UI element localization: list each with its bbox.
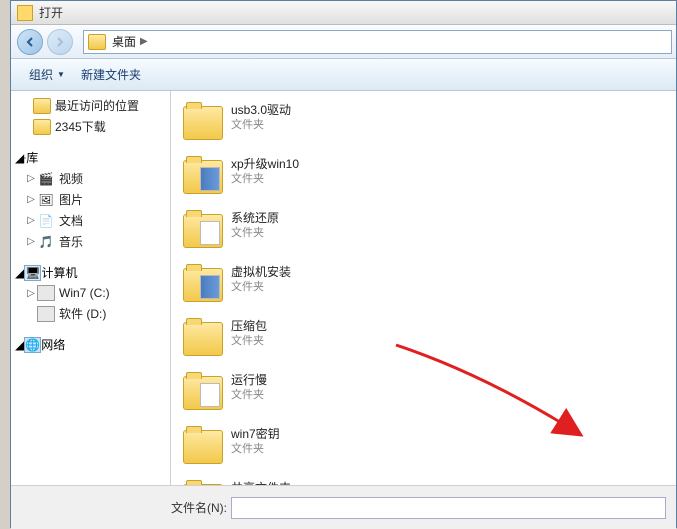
file-type: 文件夹 [231,442,280,456]
tree-computer[interactable]: ◢ 🖥 计算机 [11,262,170,283]
folder-icon [183,106,223,140]
file-item-folder[interactable]: 系统还原文件夹 [177,205,425,259]
network-icon: 🌐 [24,337,41,353]
open-dialog: 打开 桌面 ▶ 组织 ▼ 新建文件夹 最近访问的位置 234 [10,0,677,528]
file-item-folder[interactable]: 压缩包文件夹 [177,313,425,367]
expand-icon: ▷ [25,288,37,299]
tree-documents[interactable]: ▷ 📄 文档 [11,210,170,231]
folder-icon [33,119,51,135]
file-name: win7密钥 [231,427,280,442]
folder-icon [183,214,223,248]
file-item-folder[interactable]: win7密钥文件夹 [177,421,425,475]
collapse-icon: ◢ [15,151,24,165]
tree-music[interactable]: ▷ 🎵 音乐 [11,231,170,252]
filename-row: 文件名(N): [11,485,676,529]
forward-button[interactable] [47,29,73,55]
window-title: 打开 [39,4,63,21]
file-type: 文件夹 [231,388,267,402]
filename-input[interactable] [231,497,666,519]
file-type: 文件夹 [231,226,279,240]
collapse-icon: ◢ [15,266,24,280]
chevron-right-icon: ▶ [140,36,148,47]
file-type: 文件夹 [231,118,291,132]
folder-icon [183,430,223,464]
folder-icon [183,268,223,302]
drive-icon [37,306,55,322]
expand-icon: ▷ [25,215,37,226]
file-name: xp升级win10 [231,157,299,172]
breadcrumb[interactable]: 桌面 [112,33,136,50]
folder-icon [88,34,106,50]
filename-label: 文件名(N): [171,499,227,516]
computer-icon: 🖥 [24,265,41,281]
address-bar[interactable]: 桌面 ▶ [83,30,672,54]
window-icon [17,5,33,21]
file-item-folder[interactable]: 运行慢文件夹 [177,367,425,421]
expand-icon: ▷ [25,236,37,247]
file-name: 系统还原 [231,211,279,226]
file-name: 压缩包 [231,319,267,334]
folder-icon [183,376,223,410]
tree-video[interactable]: ▷ 🎬 视频 [11,168,170,189]
folder-icon [183,160,223,194]
file-type: 文件夹 [231,280,291,294]
file-type: 文件夹 [231,172,299,186]
file-list: usb3.0驱动文件夹xp升级win10文件夹系统还原文件夹虚拟机安装文件夹压缩… [171,91,676,485]
navigation-tree: 最近访问的位置 2345下载 ◢ 库 ▷ 🎬 视频 ▷ [11,91,171,485]
tree-drive-c[interactable]: ▷ Win7 (C:) [11,283,170,303]
back-button[interactable] [17,29,43,55]
file-item-folder[interactable]: usb3.0驱动文件夹 [177,97,425,151]
file-name: 虚拟机安装 [231,265,291,280]
expand-icon: ▷ [25,173,37,184]
file-name: usb3.0驱动 [231,103,291,118]
picture-icon: 🖼 [37,192,55,208]
titlebar: 打开 [11,1,676,25]
file-item-folder[interactable]: xp升级win10文件夹 [177,151,425,205]
folder-icon [183,484,223,485]
body: 最近访问的位置 2345下载 ◢ 库 ▷ 🎬 视频 ▷ [11,91,676,485]
file-type: 文件夹 [231,334,267,348]
drive-icon [37,285,55,301]
recent-icon [33,98,51,114]
tree-drive-d[interactable]: 软件 (D:) [11,303,170,324]
document-icon: 📄 [37,213,55,229]
tree-pictures[interactable]: ▷ 🖼 图片 [11,189,170,210]
tree-network[interactable]: ◢ 🌐 网络 [11,334,170,355]
collapse-icon: ◢ [15,338,24,352]
navbar: 桌面 ▶ [11,25,676,59]
file-name: 运行慢 [231,373,267,388]
file-name: 共享文件夹 [231,481,291,485]
file-item-folder[interactable]: 共享文件夹文件夹 [177,475,425,485]
new-folder-button[interactable]: 新建文件夹 [73,62,149,87]
expand-icon: ▷ [25,194,37,205]
tree-libraries[interactable]: ◢ 库 [11,147,170,168]
tree-2345[interactable]: 2345下载 [11,116,170,137]
organize-button[interactable]: 组织 ▼ [21,62,73,87]
chevron-down-icon: ▼ [57,70,65,79]
folder-icon [183,322,223,356]
file-item-folder[interactable]: 虚拟机安装文件夹 [177,259,425,313]
music-icon: 🎵 [37,234,55,250]
tree-recent[interactable]: 最近访问的位置 [11,95,170,116]
toolbar: 组织 ▼ 新建文件夹 [11,59,676,91]
video-icon: 🎬 [37,171,55,187]
